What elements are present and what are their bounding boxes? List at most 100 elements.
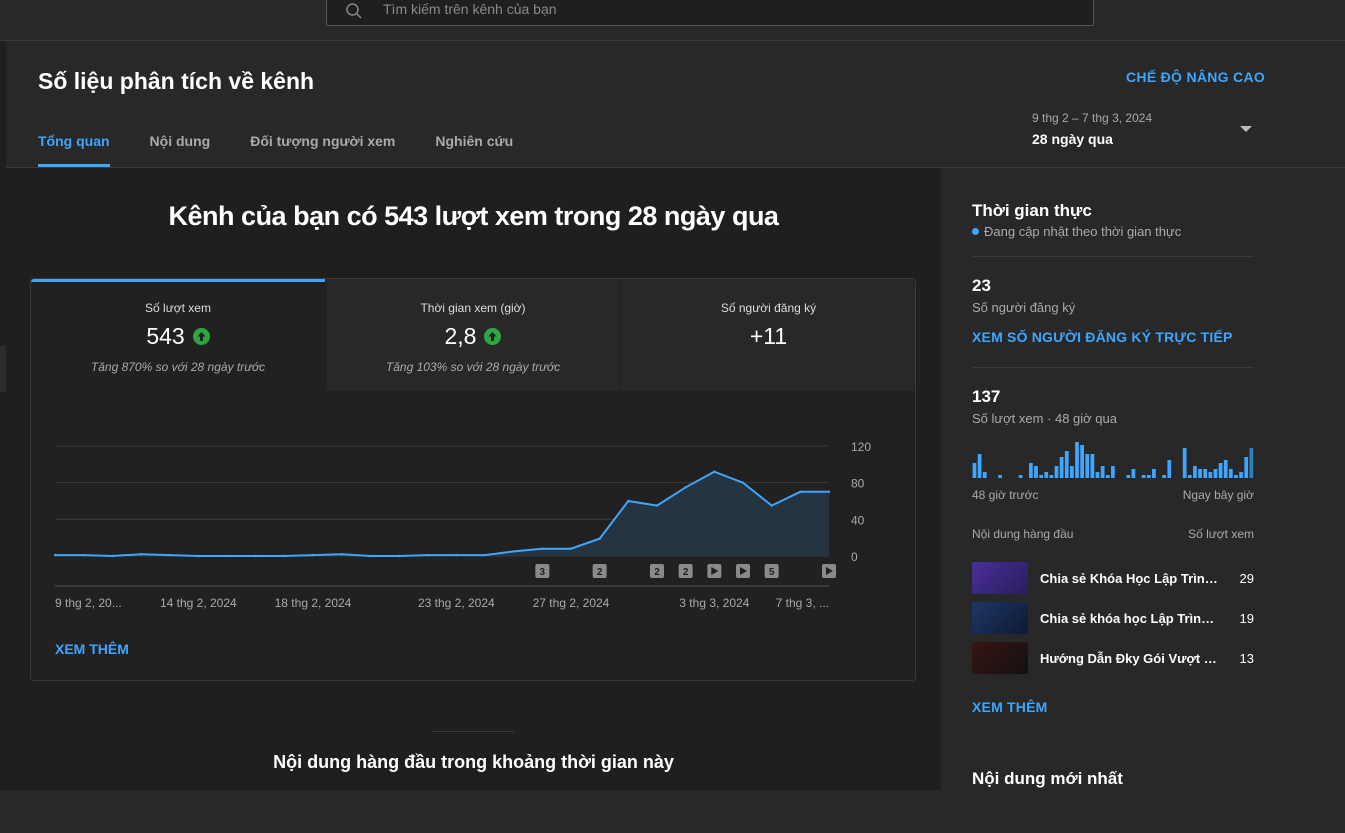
live-subscribers-link[interactable]: XEM SỐ NGƯỜI ĐĂNG KÝ TRỰC TIẾP (972, 329, 1233, 345)
y-tick-label: 40 (851, 513, 865, 527)
metrics-card: Số lượt xem 543 Tăng 870% so với 28 ngày… (30, 278, 916, 681)
realtime-bar (1146, 475, 1151, 478)
x-tick-label: 18 thg 2, 2024 (275, 596, 352, 610)
realtime-bar (1131, 469, 1136, 478)
see-more-link[interactable]: XEM THÊM (55, 641, 129, 657)
video-title: Chia sẻ Khóa Học Lập Trình ... (1040, 570, 1220, 586)
data-point (655, 504, 659, 507)
metric-tab-subscribers[interactable]: Số người đăng ký +11 (621, 279, 915, 391)
data-point (512, 550, 515, 553)
realtime-bar (1187, 475, 1192, 478)
data-point (713, 470, 716, 473)
realtime-bar (1162, 475, 1167, 478)
date-range-label: 28 ngày qua (1032, 131, 1113, 147)
marker-label: 2 (654, 567, 660, 578)
realtime-bar (1223, 460, 1228, 478)
date-range-picker[interactable]: 9 thg 2 – 7 thg 3, 2024 28 ngày qua (1032, 111, 1252, 147)
top-content-item[interactable]: Hướng Dẫn Đky Gói Vượt Lin... 13 (972, 642, 1254, 674)
data-point (569, 547, 573, 550)
y-tick-label: 120 (851, 440, 871, 454)
data-point (598, 537, 601, 540)
data-point (741, 481, 745, 484)
video-title: Chia sẻ khóa học Lập Trình ... (1040, 610, 1220, 626)
top-views-label: Số lượt xem (1188, 527, 1254, 541)
realtime-bar (1228, 469, 1233, 478)
tab-audience[interactable]: Đối tượng người xem (250, 133, 395, 167)
y-tick-label: 0 (851, 550, 858, 564)
realtime-bar (1218, 463, 1223, 478)
realtime-bar (1070, 466, 1074, 478)
metric-label: Số lượt xem (145, 301, 211, 315)
top-content-item[interactable]: Chia sẻ khóa học Lập Trình ... 19 (972, 602, 1254, 634)
search-input[interactable] (383, 1, 983, 17)
marker-label: 2 (683, 567, 689, 578)
realtime-bar (1234, 475, 1238, 478)
realtime-subtitle: Đang cập nhật theo thời gian thực (972, 224, 1181, 239)
realtime-bar (998, 475, 1002, 478)
realtime-bar (1152, 469, 1156, 478)
realtime-views: 137 (972, 387, 1001, 406)
data-point (827, 490, 831, 494)
video-thumbnail (972, 602, 1028, 634)
data-point (340, 552, 343, 556)
data-point (426, 553, 429, 557)
subscriber-count-label: Số người đăng ký (972, 300, 1076, 315)
y-tick-label: 80 (851, 477, 865, 491)
realtime-bar (1213, 469, 1218, 478)
data-point (541, 547, 544, 550)
realtime-bar (977, 454, 982, 478)
tab-overview[interactable]: Tổng quan (38, 133, 110, 167)
marker-label: 2 (597, 567, 603, 578)
realtime-bar (1193, 466, 1197, 478)
date-range-dates: 9 thg 2 – 7 thg 3, 2024 (1032, 111, 1153, 125)
metric-value: 2,8 (444, 323, 477, 349)
metric-tab-watch-time[interactable]: Thời gian xem (giờ) 2,8 Tăng 103% so với… (326, 279, 621, 391)
advanced-mode-button[interactable]: CHẾ ĐỘ NÂNG CAO (1126, 69, 1265, 85)
data-point (684, 486, 687, 489)
x-tick-label: 14 thg 2, 2024 (160, 596, 237, 610)
overview-content: Kênh của bạn có 543 lượt xem trong 28 ng… (6, 168, 941, 790)
x-tick-label: 7 thg 3, ... (776, 596, 829, 610)
search-box[interactable] (326, 0, 1094, 26)
realtime-bar (1059, 457, 1064, 478)
metric-note: Tăng 103% so với 28 ngày trước (385, 360, 561, 374)
data-point (770, 504, 773, 507)
realtime-bar (1203, 469, 1208, 478)
realtime-bar (1100, 466, 1105, 478)
bar-axis-start: 48 giờ trước (972, 488, 1039, 502)
top-content-label: Nội dung hàng đầu (972, 527, 1074, 541)
realtime-bar (1167, 460, 1172, 478)
top-content-item[interactable]: Chia sẻ Khóa Học Lập Trình ... 29 (972, 562, 1254, 594)
data-point (483, 553, 487, 557)
see-more-link[interactable]: XEM THÊM (972, 699, 1048, 715)
metric-value: +11 (749, 323, 788, 349)
realtime-bar (972, 463, 977, 478)
tab-content[interactable]: Nội dung (150, 133, 211, 167)
data-point (197, 554, 200, 558)
realtime-bar (1249, 448, 1254, 478)
search-icon (346, 3, 362, 19)
realtime-bar (1090, 454, 1095, 478)
data-point (283, 554, 286, 558)
realtime-bar (1044, 472, 1049, 478)
subscriber-count: 23 (972, 276, 991, 295)
realtime-bar (1064, 451, 1069, 478)
divider (972, 256, 1254, 257)
realtime-bar (1049, 475, 1054, 478)
top-bar (0, 0, 1345, 41)
metric-label: Thời gian xem (giờ) (420, 301, 526, 315)
metric-tab-views[interactable]: Số lượt xem 543 Tăng 870% so với 28 ngày… (31, 279, 326, 391)
realtime-bar (1054, 466, 1059, 478)
video-views: 29 (1239, 570, 1254, 586)
data-point (627, 499, 630, 503)
video-title: Hướng Dẫn Đky Gói Vượt Lin... (1040, 650, 1220, 666)
section-divider (432, 731, 514, 732)
newest-content-title: Nội dung mới nhất (972, 769, 1123, 788)
video-views: 13 (1239, 650, 1254, 666)
data-point (53, 553, 57, 557)
tab-research[interactable]: Nghiên cứu (435, 133, 513, 167)
realtime-bar (982, 472, 987, 478)
realtime-bar (1034, 466, 1038, 478)
realtime-bar (1080, 445, 1084, 478)
tab-bar: Tổng quan Nội dung Đối tượng người xem N… (38, 133, 513, 167)
